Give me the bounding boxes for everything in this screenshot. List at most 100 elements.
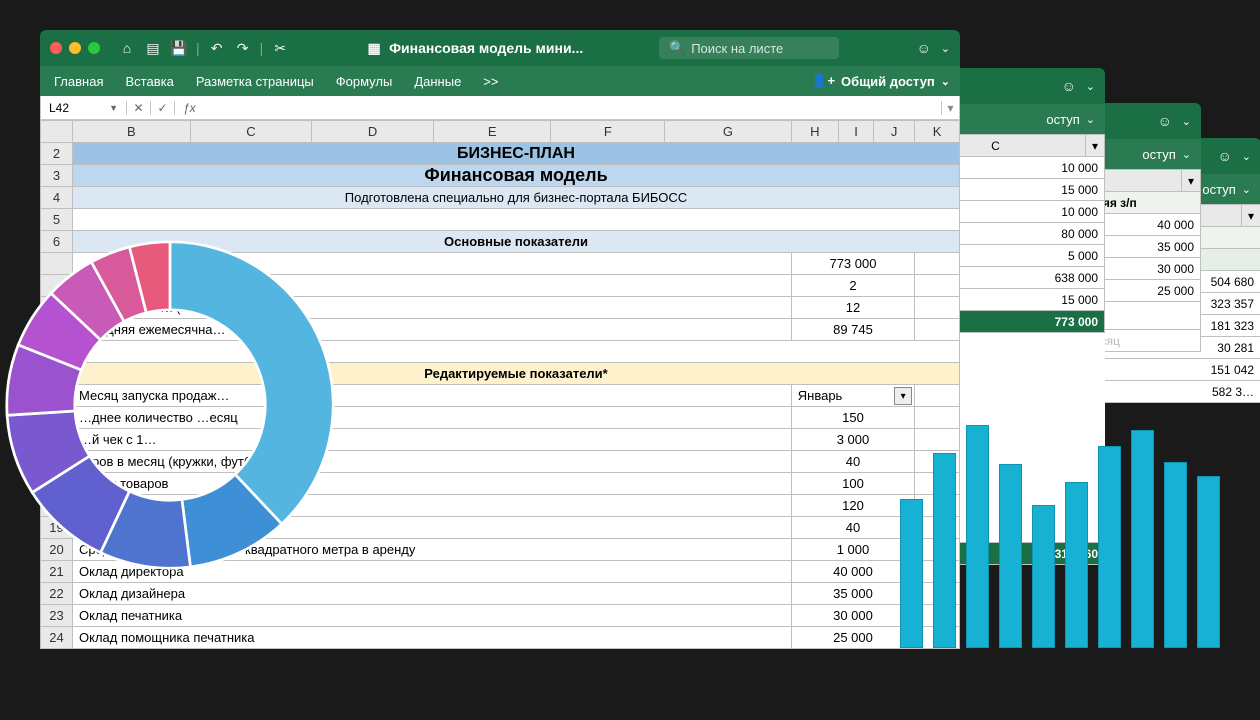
month-dropdown[interactable]: Январь: [791, 385, 914, 407]
smile-icon[interactable]: ☺: [1060, 77, 1078, 95]
expand-formula-icon[interactable]: ▾: [941, 101, 959, 115]
chevron-down-icon[interactable]: ⌄: [1086, 113, 1095, 126]
document-title: Финансовая модель мини...: [389, 40, 583, 56]
excel-file-icon: ▦: [365, 39, 383, 57]
layout-icon[interactable]: ▤: [144, 39, 162, 57]
tab-home[interactable]: Главная: [54, 74, 103, 89]
fx-label[interactable]: ƒx: [175, 101, 204, 115]
share-label: Общий доступ: [841, 74, 935, 89]
chevron-down-icon[interactable]: ⌄: [1242, 150, 1251, 163]
row-label: Оклад дизайнера: [73, 583, 792, 605]
tab-insert[interactable]: Вставка: [125, 74, 173, 89]
save-icon[interactable]: 💾: [170, 39, 188, 57]
bar: [1098, 446, 1121, 648]
bar: [966, 425, 989, 648]
person-plus-icon: 👤+: [811, 73, 835, 89]
bar-chart: [900, 418, 1220, 648]
row-header[interactable]: 24: [41, 627, 73, 649]
row-value: 40: [791, 517, 914, 539]
bar: [1032, 505, 1055, 648]
tab-formulas[interactable]: Формулы: [336, 74, 393, 89]
select-all[interactable]: [41, 121, 73, 143]
tab-more[interactable]: >>: [483, 74, 498, 89]
chevron-down-icon[interactable]: ⌄: [1086, 80, 1095, 93]
tab-data[interactable]: Данные: [414, 74, 461, 89]
col-header[interactable]: G: [665, 121, 792, 143]
subtitle-cell: Финансовая модель: [73, 165, 960, 187]
row-value: 100: [791, 473, 914, 495]
indicator-value: 12: [791, 297, 914, 319]
accept-formula-button[interactable]: ✓: [151, 101, 175, 115]
undo-icon[interactable]: ↶: [208, 39, 226, 57]
row-value: 25 000: [791, 627, 914, 649]
ribbon: Главная Вставка Разметка страницы Формул…: [40, 66, 960, 96]
col-expand[interactable]: ▾: [1241, 205, 1260, 227]
bar: [999, 464, 1022, 648]
titlebar: ⌂ ▤ 💾 | ↶ ↷ | ✂ ▦ Финансовая модель мини…: [40, 30, 960, 66]
share-suffix: оступ: [1046, 112, 1079, 127]
indicator-value: 89 745: [791, 319, 914, 341]
share-button[interactable]: 👤+ Общий доступ ⌄: [811, 73, 950, 89]
formula-bar: L42 ▼ ✕ ✓ ƒx ▾: [40, 96, 960, 120]
title-cell: БИЗНЕС-ПЛАН: [73, 143, 960, 165]
bar: [933, 453, 956, 649]
tab-layout[interactable]: Разметка страницы: [196, 74, 314, 89]
dropdown-icon[interactable]: ▼: [109, 103, 118, 113]
bar: [1065, 482, 1088, 648]
chevron-down-icon[interactable]: ⌄: [1182, 115, 1191, 128]
col-expand[interactable]: ▾: [1181, 170, 1200, 192]
cell-reference: L42: [49, 101, 69, 115]
cell: 582 3…: [1102, 381, 1260, 403]
indicator-value: 2: [791, 275, 914, 297]
row-value: 120: [791, 495, 914, 517]
col-header[interactable]: B: [73, 121, 191, 143]
donut-chart: [0, 235, 340, 575]
row-header[interactable]: 2: [41, 143, 73, 165]
share-suffix: оступ: [1202, 182, 1235, 197]
smile-icon[interactable]: ☺: [1216, 147, 1234, 165]
row-label: Оклад помощника печатника: [73, 627, 792, 649]
chevron-down-icon[interactable]: ⌄: [941, 42, 950, 55]
col-header[interactable]: C: [190, 121, 312, 143]
cut-icon[interactable]: ✂: [271, 39, 289, 57]
row-header[interactable]: 4: [41, 187, 73, 209]
share-suffix: оступ: [1142, 147, 1175, 162]
smile-icon[interactable]: ☺: [915, 39, 933, 57]
cell: 151 042: [1102, 359, 1260, 381]
col-header[interactable]: K: [915, 121, 960, 143]
chevron-down-icon: ⌄: [941, 75, 950, 88]
minimize-icon[interactable]: [69, 42, 81, 54]
bar: [1197, 476, 1220, 649]
row-value: 1 000: [791, 539, 914, 561]
row-value: 3 000: [791, 429, 914, 451]
col-header[interactable]: I: [838, 121, 873, 143]
col-header[interactable]: H: [791, 121, 838, 143]
search-input[interactable]: 🔍 Поиск на листе: [659, 37, 839, 59]
row-header[interactable]: 5: [41, 209, 73, 231]
bar: [1164, 462, 1187, 648]
smile-icon[interactable]: ☺: [1156, 112, 1174, 130]
search-placeholder: Поиск на листе: [691, 41, 783, 56]
col-expand[interactable]: ▾: [1085, 135, 1104, 157]
chevron-down-icon[interactable]: ⌄: [1182, 148, 1191, 161]
close-icon[interactable]: [50, 42, 62, 54]
row-value: 35 000: [791, 583, 914, 605]
row-value: 40 000: [791, 561, 914, 583]
row-header[interactable]: 23: [41, 605, 73, 627]
col-header[interactable]: E: [433, 121, 551, 143]
bar: [1131, 430, 1154, 649]
bar: [900, 499, 923, 649]
indicator-value: 773 000: [791, 253, 914, 275]
row-header[interactable]: 22: [41, 583, 73, 605]
home-icon[interactable]: ⌂: [118, 39, 136, 57]
col-header[interactable]: J: [874, 121, 915, 143]
col-header[interactable]: D: [312, 121, 434, 143]
cancel-formula-button[interactable]: ✕: [127, 101, 151, 115]
name-box[interactable]: L42 ▼: [41, 101, 127, 115]
chevron-down-icon[interactable]: ⌄: [1242, 183, 1251, 196]
redo-icon[interactable]: ↷: [234, 39, 252, 57]
col-header[interactable]: F: [551, 121, 665, 143]
maximize-icon[interactable]: [88, 42, 100, 54]
row-header[interactable]: 3: [41, 165, 73, 187]
row-value: 150: [791, 407, 914, 429]
